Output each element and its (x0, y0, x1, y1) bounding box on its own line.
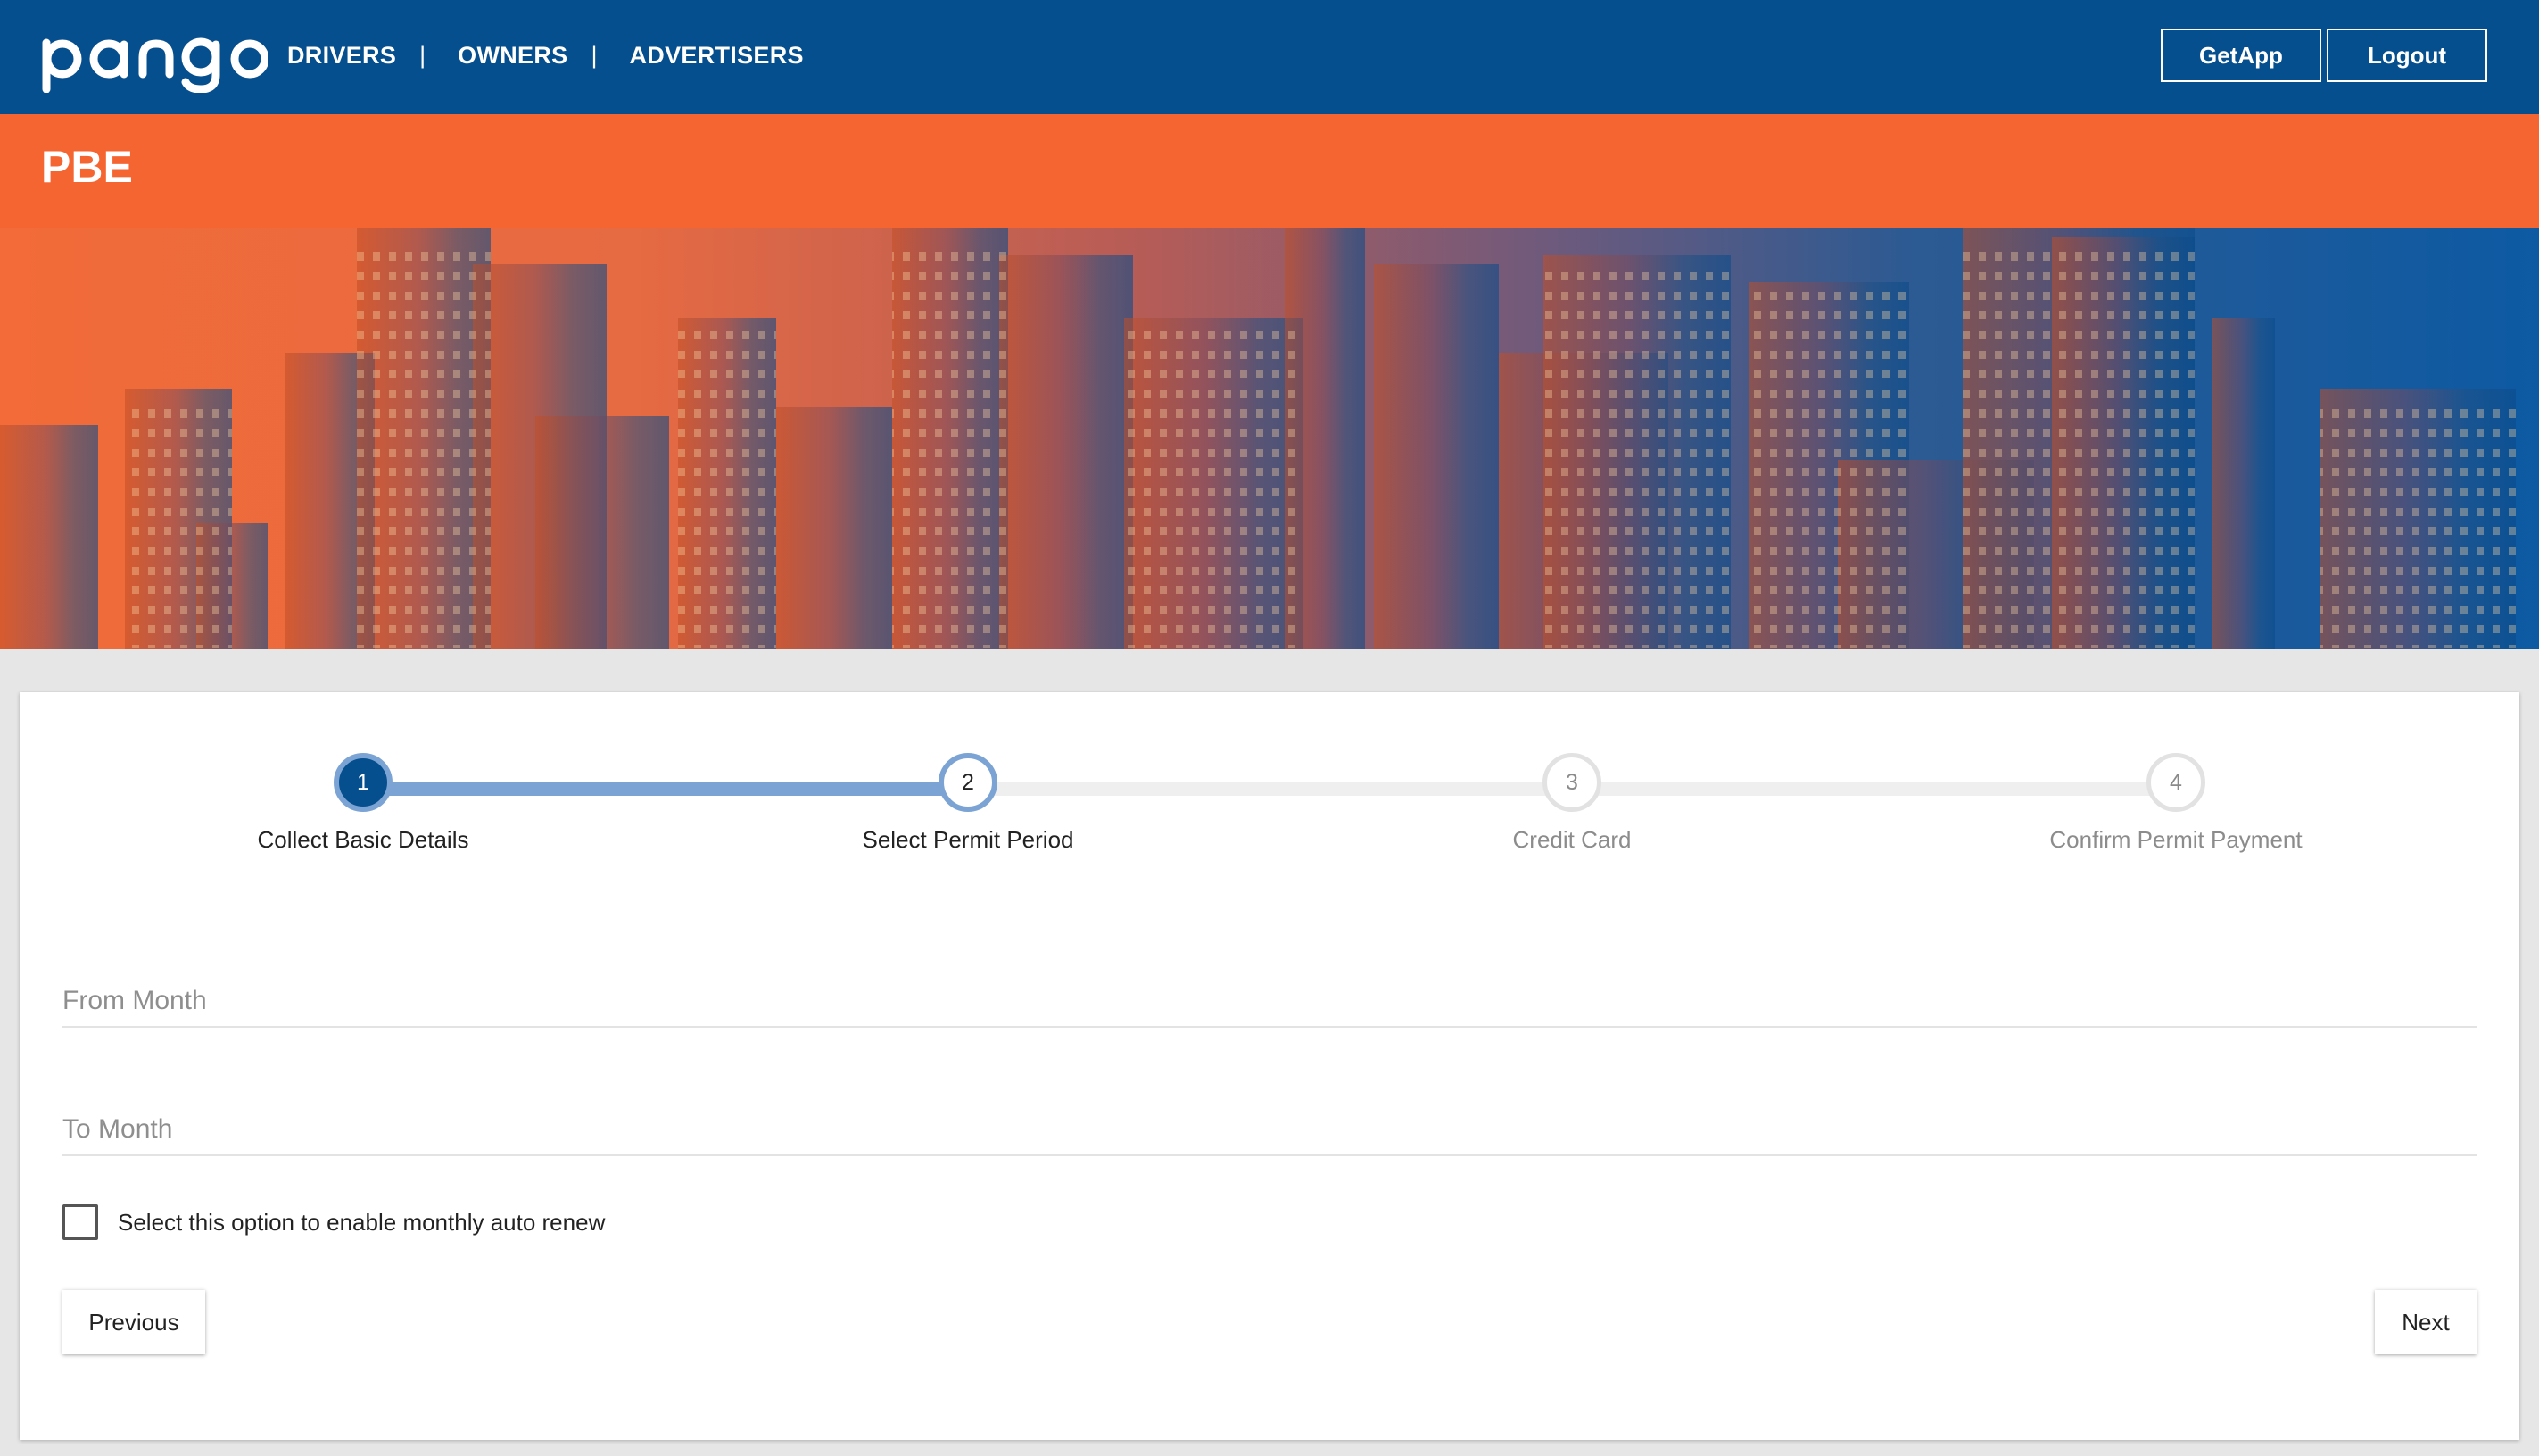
step-number-badge: 2 (939, 753, 997, 812)
step-number-badge: 3 (1542, 753, 1601, 812)
step-credit-card[interactable]: 3 Credit Card (1394, 753, 1750, 854)
nav-owners[interactable]: OWNERS (458, 42, 567, 70)
top-navbar: DRIVERS | OWNERS | ADVERTISERS GetApp Lo… (0, 0, 2539, 114)
step-label: Select Permit Period (862, 826, 1074, 853)
permit-form-card: 1 Collect Basic Details 2 Select Permit … (20, 692, 2519, 1440)
from-month-input[interactable] (62, 976, 2477, 1026)
page-title-bar: PBE (0, 114, 2539, 228)
page-title: PBE (41, 142, 133, 192)
auto-renew-label[interactable]: Select this option to enable monthly aut… (118, 1209, 605, 1237)
step-collect-basic-details[interactable]: 1 Collect Basic Details (185, 753, 542, 854)
step-label: Credit Card (1512, 826, 1632, 853)
to-month-field (62, 1104, 2477, 1156)
auto-renew-checkbox[interactable] (62, 1204, 98, 1240)
step-label: Confirm Permit Payment (2049, 826, 2303, 853)
auto-renew-option: Select this option to enable monthly aut… (62, 1204, 605, 1240)
step-number-badge: 1 (334, 753, 393, 812)
progress-stepper: 1 Collect Basic Details 2 Select Permit … (20, 692, 2519, 871)
step-confirm-permit-payment[interactable]: 4 Confirm Permit Payment (1997, 753, 2354, 854)
main-nav: DRIVERS | OWNERS | ADVERTISERS (287, 0, 804, 111)
to-month-input[interactable] (62, 1104, 2477, 1154)
pango-logo[interactable] (39, 25, 268, 93)
city-skyline-banner (0, 228, 2539, 649)
getapp-button[interactable]: GetApp (2161, 29, 2321, 82)
previous-button[interactable]: Previous (62, 1290, 205, 1354)
logout-button[interactable]: Logout (2327, 29, 2487, 82)
nav-separator: | (591, 41, 598, 69)
nav-advertisers[interactable]: ADVERTISERS (629, 42, 803, 70)
pango-logo-mark (42, 37, 268, 93)
from-month-field (62, 976, 2477, 1028)
nav-drivers[interactable]: DRIVERS (287, 42, 396, 70)
step-number-badge: 4 (2146, 753, 2205, 812)
step-select-permit-period[interactable]: 2 Select Permit Period (790, 753, 1146, 854)
skyline-illustration (0, 228, 2516, 649)
next-button[interactable]: Next (2375, 1290, 2477, 1354)
step-label: Collect Basic Details (257, 826, 469, 853)
nav-separator: | (419, 41, 426, 69)
